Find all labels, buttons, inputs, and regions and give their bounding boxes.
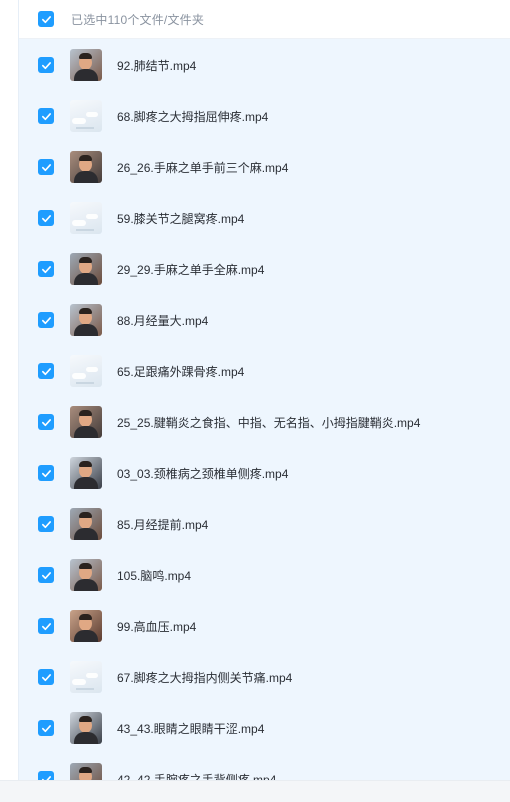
file-checkbox[interactable]	[38, 159, 54, 175]
checkmark-icon	[41, 163, 51, 171]
video-thumbnail[interactable]	[70, 559, 102, 591]
file-row[interactable]: 29_29.手麻之单手全麻.mp4	[19, 244, 510, 295]
file-name[interactable]: 26_26.手麻之单手前三个麻.mp4	[117, 159, 288, 176]
checkmark-icon	[41, 622, 51, 630]
file-name[interactable]: 03_03.颈椎病之颈椎单侧疼.mp4	[117, 465, 288, 482]
file-manager-page: 已选中110个文件/文件夹 92.肺结节.mp4 68.脚疼之大拇指屈伸疼.mp4…	[0, 0, 510, 802]
video-thumbnail[interactable]	[70, 763, 102, 780]
video-thumbnail[interactable]	[70, 253, 102, 285]
file-name[interactable]: 43_43.眼睛之眼睛干涩.mp4	[117, 720, 264, 737]
video-thumbnail[interactable]	[70, 610, 102, 642]
file-checkbox[interactable]	[38, 669, 54, 685]
file-list-panel: 已选中110个文件/文件夹 92.肺结节.mp4 68.脚疼之大拇指屈伸疼.mp4…	[18, 0, 510, 780]
bottom-bar	[0, 780, 510, 802]
file-name[interactable]: 25_25.腱鞘炎之食指、中指、无名指、小拇指腱鞘炎.mp4	[117, 414, 420, 431]
file-row[interactable]: 99.高血压.mp4	[19, 601, 510, 652]
file-name[interactable]: 105.脑鸣.mp4	[117, 567, 191, 584]
file-checkbox[interactable]	[38, 567, 54, 583]
file-row[interactable]: 42_42.手腕疼之手背侧疼.mp4	[19, 754, 510, 780]
video-thumbnail[interactable]	[70, 304, 102, 336]
file-name[interactable]: 67.脚疼之大拇指内侧关节痛.mp4	[117, 669, 292, 686]
file-checkbox[interactable]	[38, 618, 54, 634]
file-name[interactable]: 42_42.手腕疼之手背侧疼.mp4	[117, 771, 276, 780]
file-row[interactable]: 68.脚疼之大拇指屈伸疼.mp4	[19, 91, 510, 142]
video-thumbnail[interactable]	[70, 508, 102, 540]
checkmark-icon	[41, 724, 51, 732]
file-name[interactable]: 68.脚疼之大拇指屈伸疼.mp4	[117, 108, 268, 125]
file-checkbox[interactable]	[38, 516, 54, 532]
file-row[interactable]: 85.月经提前.mp4	[19, 499, 510, 550]
selection-header: 已选中110个文件/文件夹	[19, 0, 510, 39]
checkmark-icon	[41, 112, 51, 120]
file-checkbox[interactable]	[38, 261, 54, 277]
file-row[interactable]: 65.足跟痛外踝骨疼.mp4	[19, 346, 510, 397]
file-name[interactable]: 29_29.手麻之单手全麻.mp4	[117, 261, 264, 278]
checkmark-icon	[41, 214, 51, 222]
file-checkbox[interactable]	[38, 57, 54, 73]
checkmark-icon	[41, 367, 51, 375]
video-thumbnail[interactable]	[70, 661, 102, 693]
checkmark-icon	[41, 418, 51, 426]
video-thumbnail[interactable]	[70, 100, 102, 132]
file-row[interactable]: 92.肺结节.mp4	[19, 40, 510, 91]
file-checkbox[interactable]	[38, 210, 54, 226]
file-list: 92.肺结节.mp4 68.脚疼之大拇指屈伸疼.mp4 26_26.手麻之单手前三个…	[19, 40, 510, 780]
file-checkbox[interactable]	[38, 720, 54, 736]
checkmark-icon	[41, 469, 51, 477]
file-row[interactable]: 67.脚疼之大拇指内侧关节痛.mp4	[19, 652, 510, 703]
file-checkbox[interactable]	[38, 414, 54, 430]
checkmark-icon	[41, 316, 51, 324]
file-name[interactable]: 92.肺结节.mp4	[117, 57, 196, 74]
file-checkbox[interactable]	[38, 108, 54, 124]
file-row[interactable]: 105.脑鸣.mp4	[19, 550, 510, 601]
file-checkbox[interactable]	[38, 771, 54, 780]
video-thumbnail[interactable]	[70, 49, 102, 81]
file-row[interactable]: 25_25.腱鞘炎之食指、中指、无名指、小拇指腱鞘炎.mp4	[19, 397, 510, 448]
file-row[interactable]: 43_43.眼睛之眼睛干涩.mp4	[19, 703, 510, 754]
file-row[interactable]: 26_26.手麻之单手前三个麻.mp4	[19, 142, 510, 193]
video-thumbnail[interactable]	[70, 406, 102, 438]
file-row[interactable]: 59.膝关节之腿窝疼.mp4	[19, 193, 510, 244]
checkmark-icon	[41, 61, 51, 69]
video-thumbnail[interactable]	[70, 355, 102, 387]
file-name[interactable]: 59.膝关节之腿窝疼.mp4	[117, 210, 244, 227]
checkmark-icon	[41, 520, 51, 528]
video-thumbnail[interactable]	[70, 151, 102, 183]
file-row[interactable]: 88.月经量大.mp4	[19, 295, 510, 346]
file-checkbox[interactable]	[38, 363, 54, 379]
file-checkbox[interactable]	[38, 312, 54, 328]
video-thumbnail[interactable]	[70, 712, 102, 744]
file-checkbox[interactable]	[38, 465, 54, 481]
select-all-checkbox[interactable]	[38, 11, 54, 27]
checkmark-icon	[41, 673, 51, 681]
selection-count-text: 已选中110个文件/文件夹	[71, 12, 205, 27]
file-name[interactable]: 65.足跟痛外踝骨疼.mp4	[117, 363, 244, 380]
file-name[interactable]: 99.高血压.mp4	[117, 618, 196, 635]
video-thumbnail[interactable]	[70, 457, 102, 489]
video-thumbnail[interactable]	[70, 202, 102, 234]
checkmark-icon	[41, 571, 51, 579]
file-name[interactable]: 88.月经量大.mp4	[117, 312, 208, 329]
left-gutter	[0, 0, 18, 802]
checkmark-icon	[41, 15, 51, 23]
file-row[interactable]: 03_03.颈椎病之颈椎单侧疼.mp4	[19, 448, 510, 499]
file-name[interactable]: 85.月经提前.mp4	[117, 516, 208, 533]
checkmark-icon	[41, 265, 51, 273]
